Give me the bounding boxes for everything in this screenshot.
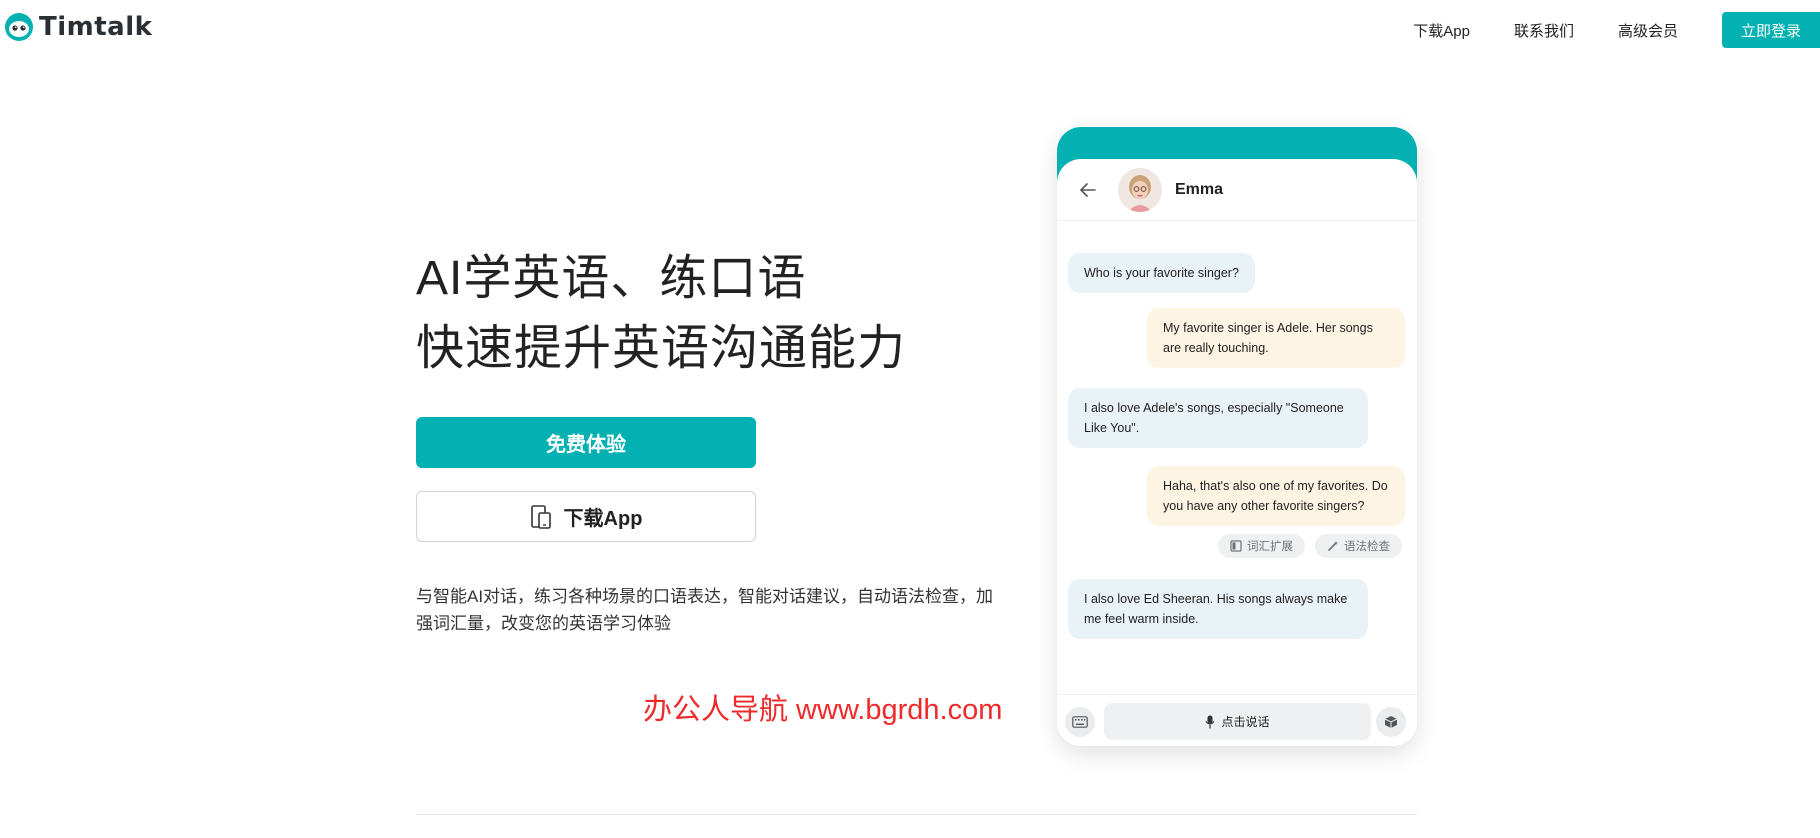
chat-message-ai: I also love Adele's songs, especially "S… [1068,388,1368,448]
grammar-check-label: 语法检查 [1344,541,1390,553]
microphone-icon [1206,715,1215,728]
phone-mockup: Emma Who is your favorite singer? My fav… [1057,127,1417,746]
devices-icon [530,504,551,529]
book-icon [1230,540,1242,552]
section-divider [416,814,1417,815]
avatar [1118,167,1162,212]
watermark-text: 办公人导航 www.bgrdh.com [643,694,1003,726]
chat-message-user: My favorite singer is Adele. Her songs a… [1147,308,1405,368]
logo-text: Timtalk [39,12,153,42]
nav-premium[interactable]: 高级会员 [1618,20,1678,41]
nav-download-app[interactable]: 下载App [1413,20,1470,41]
keyboard-icon[interactable] [1065,707,1095,737]
chat-panel [1057,159,1417,746]
hero-description: 与智能AI对话，练习各种场景的口语表达，智能对话建议，自动语法检查，加强词汇量，… [416,587,994,633]
free-trial-label: 免费体验 [546,434,626,456]
chat-message-ai: I also love Ed Sheeran. His songs always… [1068,579,1368,639]
download-app-label: 下载App [563,508,643,530]
magic-wand-icon [1328,541,1338,551]
tap-to-talk-button[interactable]: 点击说话 [1104,703,1371,740]
logo[interactable]: Timtalk [4,12,152,42]
vocab-expand-label: 词汇扩展 [1247,541,1293,553]
cube-icon[interactable] [1376,707,1406,737]
chat-input-bar: 点击说话 [1057,694,1417,746]
grammar-check-chip[interactable]: 语法检查 [1315,534,1402,558]
chat-message-ai: Who is your favorite singer? [1068,253,1255,293]
page: Timtalk 下载App 联系我们 高级会员 立即登录 AI学英语、练口语 快… [0,0,1820,838]
vocab-expand-chip[interactable]: 词汇扩展 [1218,534,1305,558]
top-nav: 下载App 联系我们 高级会员 立即登录 [1413,0,1820,60]
download-app-button[interactable]: 下载App [416,491,756,542]
hero-title-line-2: 快速提升英语沟通能力 [416,322,907,375]
hero-title: AI学英语、练口语 快速提升英语沟通能力 [416,244,906,384]
hero-title-line-1: AI学英语、练口语 [416,252,807,305]
logo-mascot-icon [5,13,33,41]
chat-message-user: Haha, that's also one of my favorites. D… [1147,466,1405,526]
chat-header: Emma [1057,159,1417,221]
nav-contact-us[interactable]: 联系我们 [1514,20,1574,41]
free-trial-button[interactable]: 免费体验 [416,417,756,468]
contact-name: Emma [1175,180,1224,198]
login-button[interactable]: 立即登录 [1722,12,1820,48]
tap-to-talk-label: 点击说话 [1221,715,1270,729]
back-arrow-icon[interactable] [1077,179,1099,201]
